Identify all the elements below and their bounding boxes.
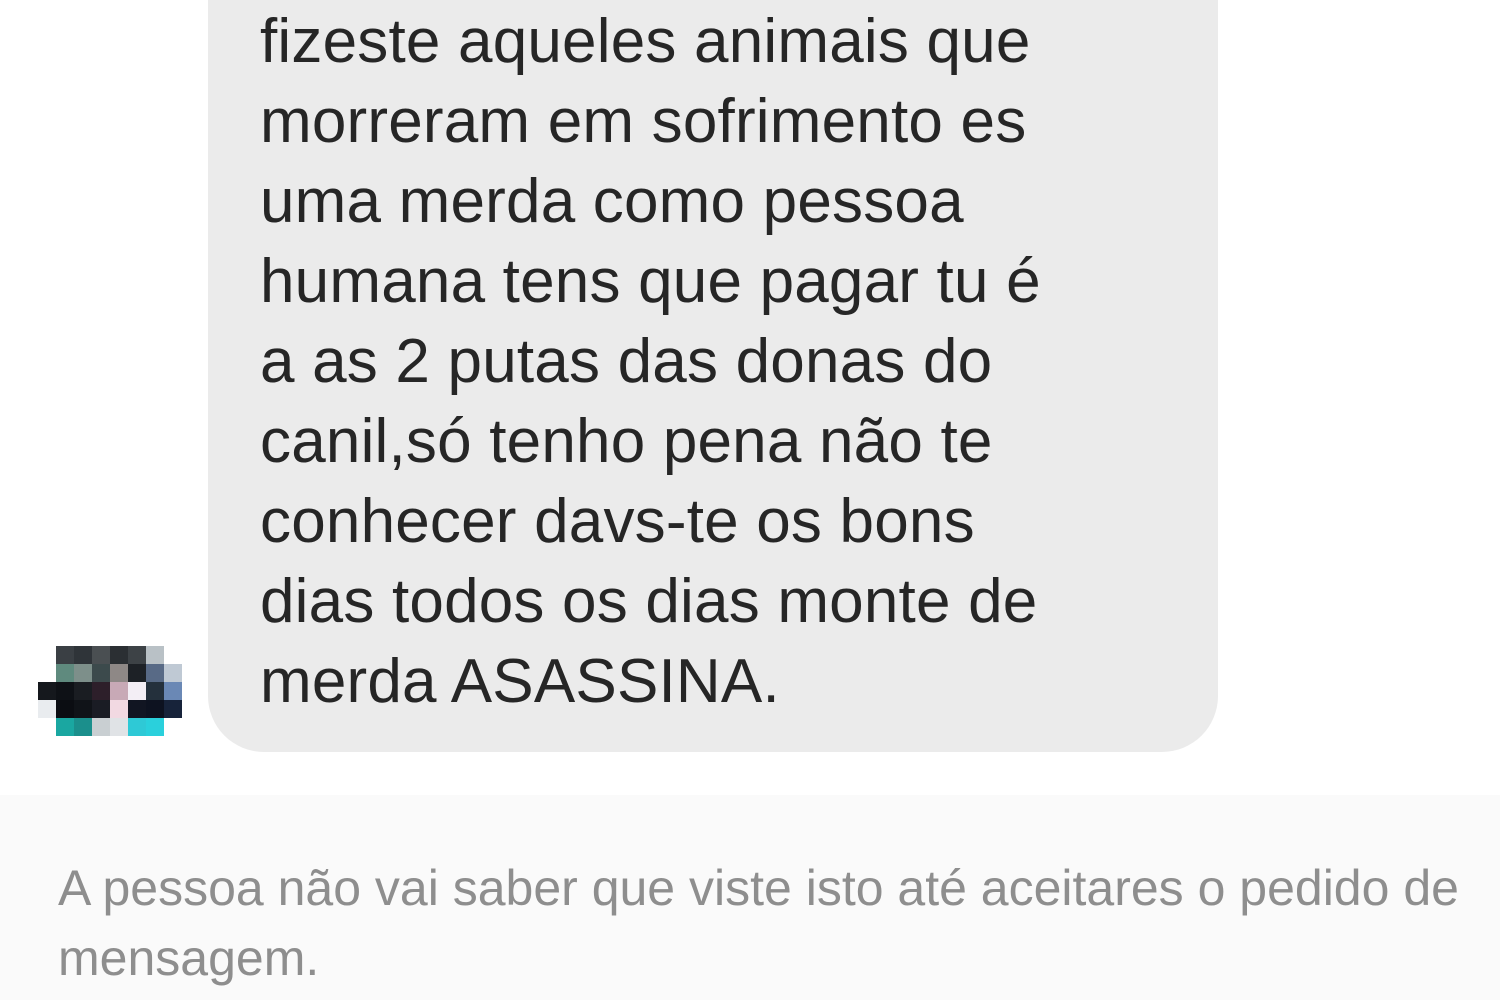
message-line: dias todos os dias monte de xyxy=(260,567,1038,636)
message-line: uma merda como pessoa xyxy=(260,167,964,236)
message-line: conhecer davs-te os bons xyxy=(260,487,975,556)
message-line: fizeste aqueles animais que xyxy=(260,7,1031,76)
message-thread[interactable]: fizeste aqueles animais que morreram em … xyxy=(0,0,1500,795)
message-request-screen: fizeste aqueles animais que morreram em … xyxy=(0,0,1500,1000)
message-line: morreram em sofrimento es xyxy=(260,87,1027,156)
message-text: fizeste aqueles animais que morreram em … xyxy=(260,2,1041,722)
pixelated-avatar-icon[interactable] xyxy=(38,646,182,736)
message-line: a as 2 putas das donas do xyxy=(260,327,993,396)
message-line: merda ASASSINA. xyxy=(260,647,780,716)
message-line: canil,só tenho pena não te xyxy=(260,407,993,476)
message-line: humana tens que pagar tu é xyxy=(260,247,1041,316)
request-notice-text: A pessoa não vai saber que viste isto at… xyxy=(58,860,1459,986)
